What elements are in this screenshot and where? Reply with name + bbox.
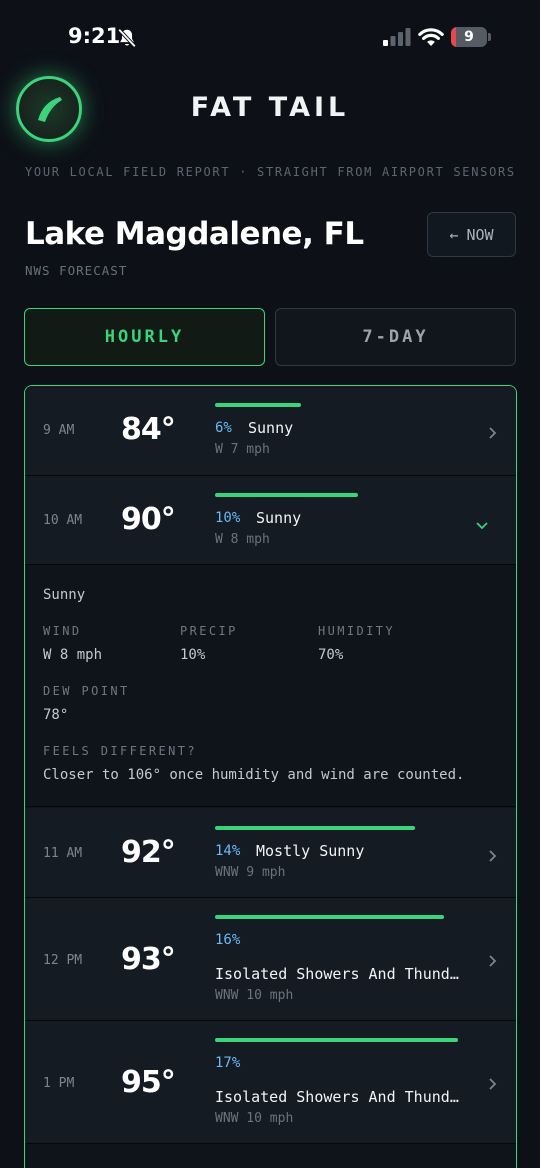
status-time: 9:21: [68, 24, 121, 48]
chevron-right-icon: [489, 850, 497, 862]
hour-temp: 93°: [121, 942, 176, 977]
app-tagline: YOUR LOCAL FIELD REPORT · STRAIGHT FROM …: [25, 165, 516, 179]
hour-time: 12 PM: [43, 953, 83, 968]
hour-wind: W 8 mph: [215, 532, 270, 547]
precip-value: 10%: [180, 647, 206, 663]
hour-row[interactable]: 12 PM 93° 16% Isolated Showers And Thund…: [25, 898, 516, 1021]
precip-chance: 14%: [215, 843, 241, 859]
precip-chance: 17%: [215, 1055, 241, 1071]
wind-value: W 8 mph: [43, 647, 103, 663]
hour-condition: Sunny: [256, 509, 302, 527]
hour-temp: 90°: [121, 502, 176, 537]
dew-point-label: DEW POINT: [43, 684, 130, 698]
status-bar: 9:21 9: [0, 0, 540, 72]
hour-wind: WNW 10 mph: [215, 988, 294, 1003]
precip-bar: [215, 915, 444, 919]
forecast-source: NWS FORECAST: [25, 263, 128, 278]
hour-condition: Isolated Showers And Thunderstorms: [215, 965, 463, 983]
hour-condition: Isolated Showers And Thunderstorms: [215, 1088, 463, 1106]
precip-bar: [215, 1038, 458, 1042]
tab-hourly[interactable]: HOURLY: [24, 308, 265, 366]
chevron-down-icon: [476, 522, 488, 530]
wifi-icon: [418, 28, 444, 46]
now-button-label: NOW: [466, 225, 494, 244]
hour-detail-panel: Sunny WIND W 8 mph PRECIP 10% HUMIDITY 7…: [25, 565, 516, 807]
hour-wind: W 7 mph: [215, 442, 270, 457]
battery-icon: 9: [451, 27, 491, 47]
bell-muted-icon: [117, 28, 137, 48]
hour-row-expanded[interactable]: 10 AM 90° 10% Sunny W 8 mph: [25, 476, 516, 565]
precip-chance: 16%: [215, 932, 241, 948]
chevron-right-icon: [489, 1078, 497, 1090]
tab-7-day[interactable]: 7-DAY: [275, 308, 516, 366]
hour-temp: 95°: [121, 1065, 176, 1100]
precip-bar: [215, 403, 301, 407]
hour-time: 11 AM: [43, 846, 83, 861]
dew-point-value: 78°: [43, 707, 69, 723]
precip-chance: 10%: [215, 510, 241, 526]
now-button[interactable]: ← NOW: [427, 212, 516, 257]
hour-time: 1 PM: [43, 1076, 75, 1091]
humidity-value: 70%: [318, 647, 344, 663]
app-title: FAT TAIL: [190, 92, 350, 123]
humidity-label: HUMIDITY: [318, 624, 395, 638]
chevron-right-icon: [489, 427, 497, 439]
precip-label: PRECIP: [180, 624, 238, 638]
hour-row[interactable]: 11 AM 92° 14% Mostly Sunny WNW 9 mph: [25, 808, 516, 898]
arrow-left-icon: ←: [449, 225, 459, 244]
detail-summary: Sunny: [43, 587, 86, 603]
hour-row[interactable]: 9 AM 84° 6% Sunny W 7 mph: [25, 386, 516, 476]
precip-chance: 6%: [215, 420, 232, 436]
chevron-right-icon: [489, 955, 497, 967]
hour-wind: WNW 9 mph: [215, 865, 286, 880]
hour-temp: 84°: [121, 412, 176, 447]
precip-bar: [215, 826, 415, 830]
feels-label: FEELS DIFFERENT?: [43, 744, 197, 758]
hour-condition: Sunny: [248, 419, 294, 437]
hour-wind: WNW 10 mph: [215, 1111, 294, 1126]
wind-label: WIND: [43, 624, 82, 638]
cellular-signal-icon: [383, 28, 411, 46]
hourly-forecast-list: 9 AM 84° 6% Sunny W 7 mph 10 AM 90° 10% …: [24, 385, 517, 1168]
location-title: Lake Magdalene, FL: [25, 216, 364, 252]
hour-row[interactable]: 1 PM 95° 17% Isolated Showers And Thunde…: [25, 1021, 516, 1144]
feels-value: Closer to 106° once humidity and wind ar…: [43, 767, 465, 783]
hour-time: 10 AM: [43, 513, 83, 528]
hour-temp: 92°: [121, 835, 176, 870]
hour-condition: Mostly Sunny: [256, 842, 365, 860]
hour-time: 9 AM: [43, 423, 75, 438]
battery-percent: 9: [464, 29, 474, 45]
precip-bar: [215, 493, 358, 497]
